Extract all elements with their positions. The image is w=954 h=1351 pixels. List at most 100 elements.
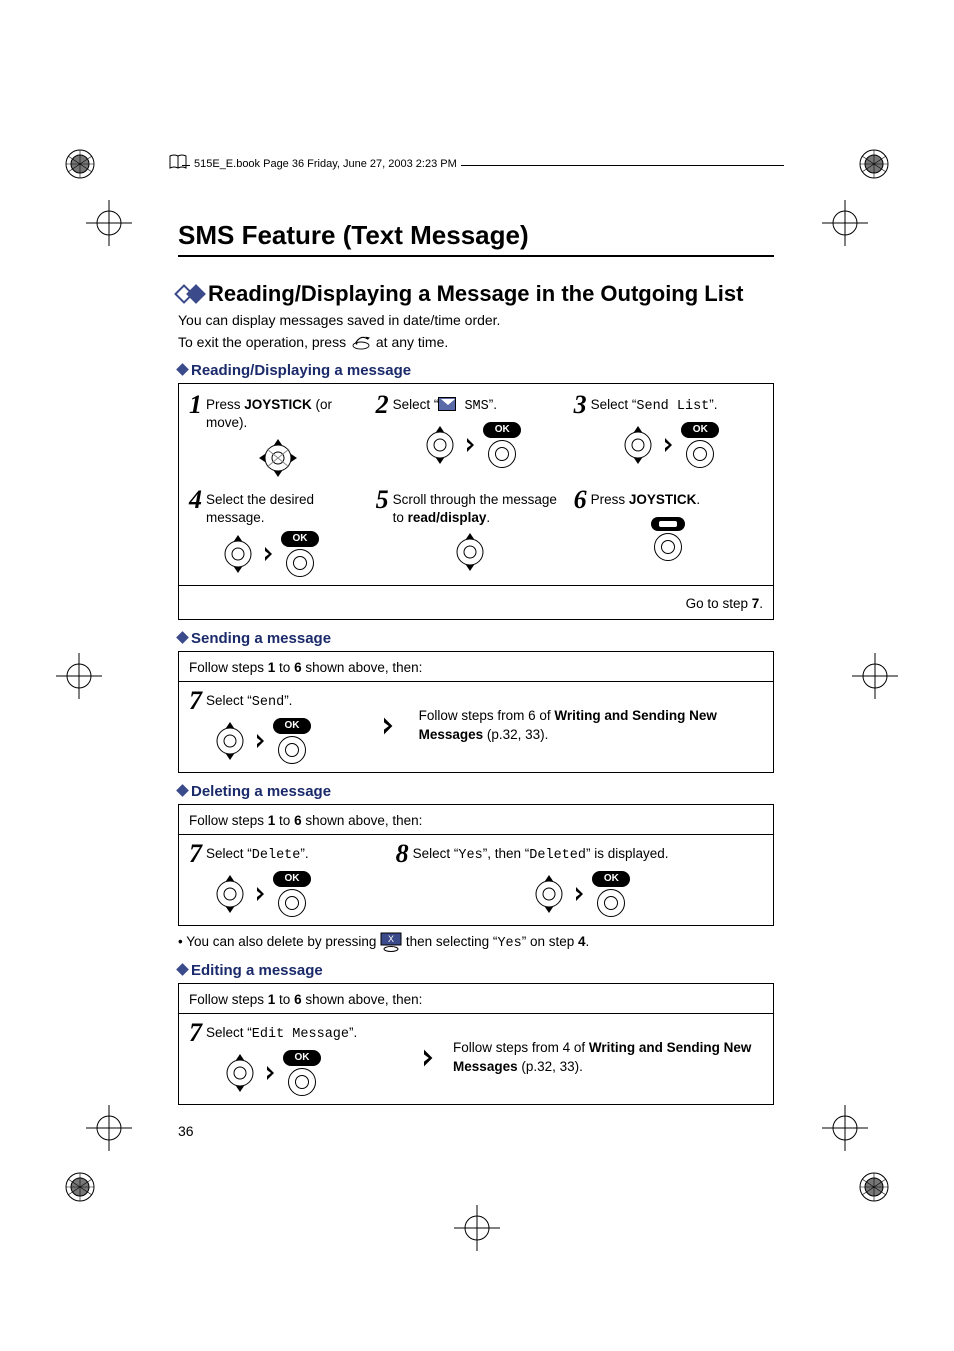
divider: [179, 681, 773, 682]
editing-box: Follow steps 1 to 6 shown above, then: 7…: [178, 983, 774, 1105]
arrow-right-icon: [467, 438, 477, 452]
step2-sms: SMS: [456, 399, 488, 414]
step-2: 2 Select “ SMS”.: [376, 392, 565, 418]
del7-mono: Delete: [252, 848, 301, 863]
arrow-right-icon: [265, 547, 275, 561]
crosshair-bl: [86, 1105, 132, 1151]
step4-text: Select the desired message.: [206, 487, 367, 527]
step3-mono: Send List: [636, 399, 709, 414]
svg-text:X: X: [388, 934, 394, 944]
intro-line-1: You can display messages saved in date/t…: [178, 311, 774, 331]
step-number: 1: [189, 392, 202, 418]
section-heading: Reading/Displaying a Message in the Outg…: [178, 281, 774, 307]
step3-b: ”.: [709, 397, 717, 412]
deleting-box: Follow steps 1 to 6 shown above, then: 7…: [178, 804, 774, 926]
diamond-small-icon: [176, 963, 189, 976]
ok-button-icon: OK: [483, 422, 521, 468]
send-reference: Follow steps from 6 of Writing and Sendi…: [419, 707, 763, 745]
del8-a: Select “: [413, 846, 459, 861]
step-1: 1 Press JOYSTICK (or move).: [189, 392, 367, 432]
divider: [179, 834, 773, 835]
joystick-updown-icon: [528, 873, 570, 915]
ok-label: OK: [483, 422, 521, 438]
diamond-bullet-icon: [178, 287, 202, 301]
step-8-delete: 8 Select “Yes”, then “Deleted” is displa…: [396, 841, 763, 867]
step5-c: .: [486, 510, 490, 525]
step6-c: .: [696, 492, 700, 507]
arrow-right-icon: [424, 1049, 436, 1067]
register-mark-tr: [856, 146, 892, 182]
step-4: 4 Select the desired message.: [189, 487, 367, 527]
divider: [179, 585, 773, 586]
step-number: 6: [574, 487, 587, 513]
arrow-right-icon: [257, 734, 267, 748]
edit-reference: Follow steps from 4 of Writing and Sendi…: [453, 1039, 763, 1077]
send7-b: ”.: [284, 693, 292, 708]
sub-editing-text: Editing a message: [191, 962, 323, 979]
step-number: 7: [189, 841, 202, 867]
del8-b: ”, then “: [483, 846, 530, 861]
sub-sending: Sending a message: [178, 630, 774, 647]
joystick-updown-icon: [209, 720, 251, 762]
send7-a: Select “: [206, 693, 252, 708]
step1-a: Press: [206, 397, 244, 412]
register-mark-tl: [62, 146, 98, 182]
ok-label: OK: [283, 1050, 321, 1066]
crosshair-mr: [852, 653, 898, 699]
step-number: 5: [376, 487, 389, 513]
sms-envelope-icon: [438, 397, 456, 411]
page-title: SMS Feature (Text Message): [178, 220, 774, 257]
divider: [179, 1013, 773, 1014]
ok-label: OK: [281, 531, 319, 547]
diamond-small-icon: [176, 784, 189, 797]
del8-yes: Yes: [458, 848, 482, 863]
step3-a: Select “: [591, 397, 637, 412]
ok-button-icon: OK: [273, 718, 311, 764]
arrow-right-icon: [576, 887, 586, 901]
running-header: 515E_E.book Page 36 Friday, June 27, 200…: [190, 158, 461, 170]
joystick-4way-icon: [257, 437, 299, 479]
step2-b: ”.: [489, 397, 497, 412]
sub-reading: Reading/Displaying a message: [178, 362, 774, 379]
step6-b: JOYSTICK: [629, 492, 697, 507]
arrow-right-icon: [267, 1066, 277, 1080]
display-button-icon: [651, 517, 685, 561]
ok-label: OK: [273, 871, 311, 887]
ok-label: OK: [273, 718, 311, 734]
sub-deleting-text: Deleting a message: [191, 783, 331, 800]
x-key-icon: X: [380, 932, 402, 952]
goto-c: .: [759, 596, 763, 611]
diamond-small-icon: [176, 631, 189, 644]
step-3: 3 Select “Send List”.: [574, 392, 763, 418]
register-mark-bl: [62, 1169, 98, 1205]
ok-button-icon: OK: [281, 531, 319, 577]
crosshair-br: [822, 1105, 868, 1151]
register-mark-br: [856, 1169, 892, 1205]
joystick-updown-icon: [219, 1052, 261, 1094]
ok-button-icon: OK: [592, 871, 630, 917]
diamond-small-icon: [176, 363, 189, 376]
sub-reading-text: Reading/Displaying a message: [191, 362, 411, 379]
step2-a: Select “: [393, 397, 439, 412]
step-number: 7: [189, 1020, 202, 1046]
ok-label: OK: [681, 422, 719, 438]
follow-steps: Follow steps 1 to 6 shown above, then:: [189, 992, 763, 1007]
joystick-updown-icon: [617, 424, 659, 466]
step-number: 3: [574, 392, 587, 418]
del8-deleted: Deleted: [529, 848, 586, 863]
step-7-delete: 7 Select “Delete”.: [189, 841, 373, 867]
section-heading-text: Reading/Displaying a Message in the Outg…: [208, 281, 743, 307]
step1-b: JOYSTICK: [244, 397, 312, 412]
goto-step-7: Go to step 7.: [189, 592, 763, 611]
goto-a: Go to step: [686, 596, 752, 611]
joystick-updown-icon: [449, 531, 491, 573]
page-number: 36: [178, 1123, 774, 1139]
arrow-right-icon: [384, 717, 396, 735]
crosshair-bc: [454, 1205, 500, 1251]
cancel-key-icon: [350, 334, 372, 350]
send7-mono: Send: [252, 695, 284, 710]
step-number: 7: [189, 688, 202, 714]
crosshair-ml: [56, 653, 102, 699]
delete-note: • You can also delete by pressing X then…: [178, 932, 774, 952]
step-number: 4: [189, 487, 202, 513]
